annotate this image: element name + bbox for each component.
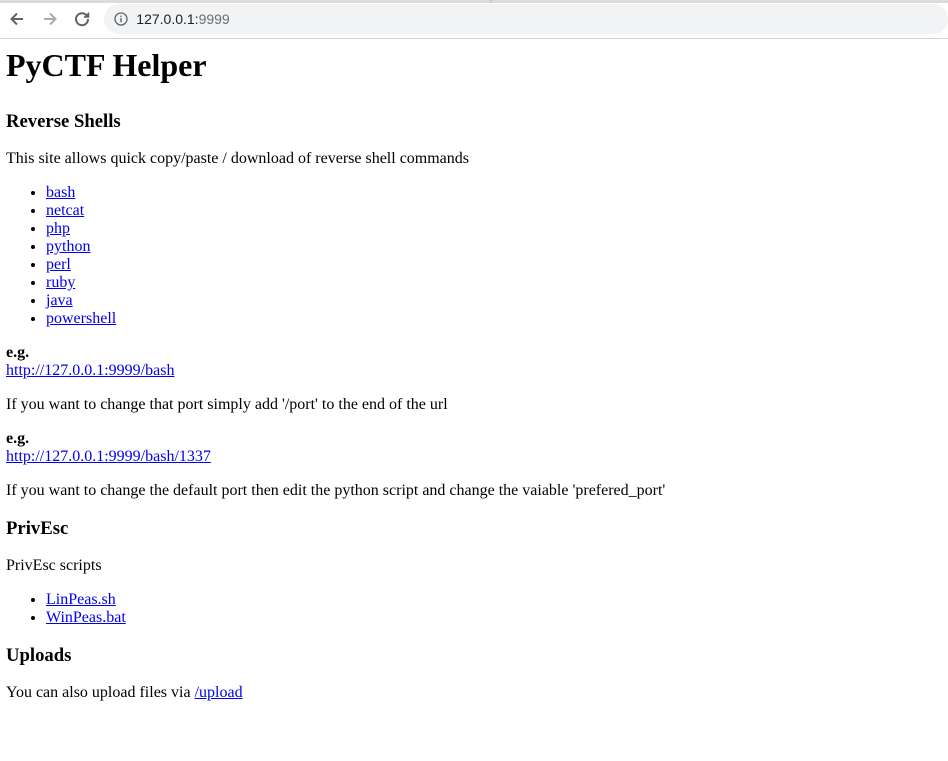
- shell-link-python[interactable]: python: [46, 238, 90, 255]
- uploads-heading: Uploads: [6, 645, 72, 666]
- browser-toolbar: 127.0.0.1: 9999: [0, 0, 948, 39]
- privesc-heading: PrivEsc: [6, 518, 69, 539]
- tab-strip: [0, 0, 948, 3]
- example-link-bash[interactable]: http://127.0.0.1:9999/bash: [6, 362, 174, 379]
- shell-link-perl[interactable]: perl: [46, 256, 71, 273]
- list-item: LinPeas.sh: [46, 591, 942, 609]
- example-link-bash-port[interactable]: http://127.0.0.1:9999/bash/1337: [6, 448, 211, 465]
- reverse-shells-intro: This site allows quick copy/paste / down…: [6, 150, 470, 167]
- shell-list: bash netcat php python perl ruby java po…: [6, 184, 942, 328]
- reload-button[interactable]: [67, 3, 99, 35]
- url-port: 9999: [198, 11, 230, 27]
- shell-link-ruby[interactable]: ruby: [46, 274, 75, 291]
- info-icon[interactable]: [114, 12, 128, 26]
- back-button[interactable]: [1, 3, 33, 35]
- example-label: e.g.: [6, 344, 30, 361]
- list-item: php: [46, 220, 942, 238]
- arrow-left-icon: [9, 12, 23, 26]
- shell-link-bash[interactable]: bash: [46, 184, 75, 201]
- privesc-intro: PrivEsc scripts: [6, 557, 102, 574]
- reload-icon: [75, 12, 90, 27]
- uploads-text: You can also upload files via /upload: [6, 684, 942, 702]
- privesc-list: LinPeas.sh WinPeas.bat: [6, 591, 942, 627]
- privesc-link-linpeas[interactable]: LinPeas.sh: [46, 591, 116, 608]
- example-block-2: e.g. http://127.0.0.1:9999/bash/1337: [6, 430, 942, 466]
- example-label: e.g.: [6, 430, 30, 447]
- shell-link-netcat[interactable]: netcat: [46, 202, 84, 219]
- arrow-right-icon: [43, 12, 57, 26]
- reverse-shells-heading: Reverse Shells: [6, 111, 121, 132]
- example-block-1: e.g. http://127.0.0.1:9999/bash: [6, 344, 942, 380]
- default-port-instructions: If you want to change the default port t…: [6, 482, 666, 499]
- url-host: 127.0.0.1:: [136, 11, 199, 27]
- shell-link-java[interactable]: java: [46, 292, 73, 309]
- shell-link-php[interactable]: php: [46, 220, 70, 237]
- list-item: powershell: [46, 310, 942, 328]
- address-bar[interactable]: 127.0.0.1: 9999: [104, 4, 948, 34]
- list-item: perl: [46, 256, 942, 274]
- uploads-text-label: You can also upload files via: [6, 684, 195, 701]
- list-item: ruby: [46, 274, 942, 292]
- list-item: WinPeas.bat: [46, 609, 942, 627]
- upload-link[interactable]: /upload: [195, 684, 243, 701]
- port-instructions: If you want to change that port simply a…: [6, 396, 448, 413]
- page-title: PyCTF Helper: [6, 47, 207, 83]
- page-content: PyCTF Helper Reverse Shells This site al…: [0, 47, 948, 702]
- list-item: bash: [46, 184, 942, 202]
- list-item: netcat: [46, 202, 942, 220]
- forward-button[interactable]: [34, 3, 66, 35]
- shell-link-powershell[interactable]: powershell: [46, 310, 116, 327]
- list-item: java: [46, 292, 942, 310]
- list-item: python: [46, 238, 942, 256]
- privesc-link-winpeas[interactable]: WinPeas.bat: [46, 609, 126, 626]
